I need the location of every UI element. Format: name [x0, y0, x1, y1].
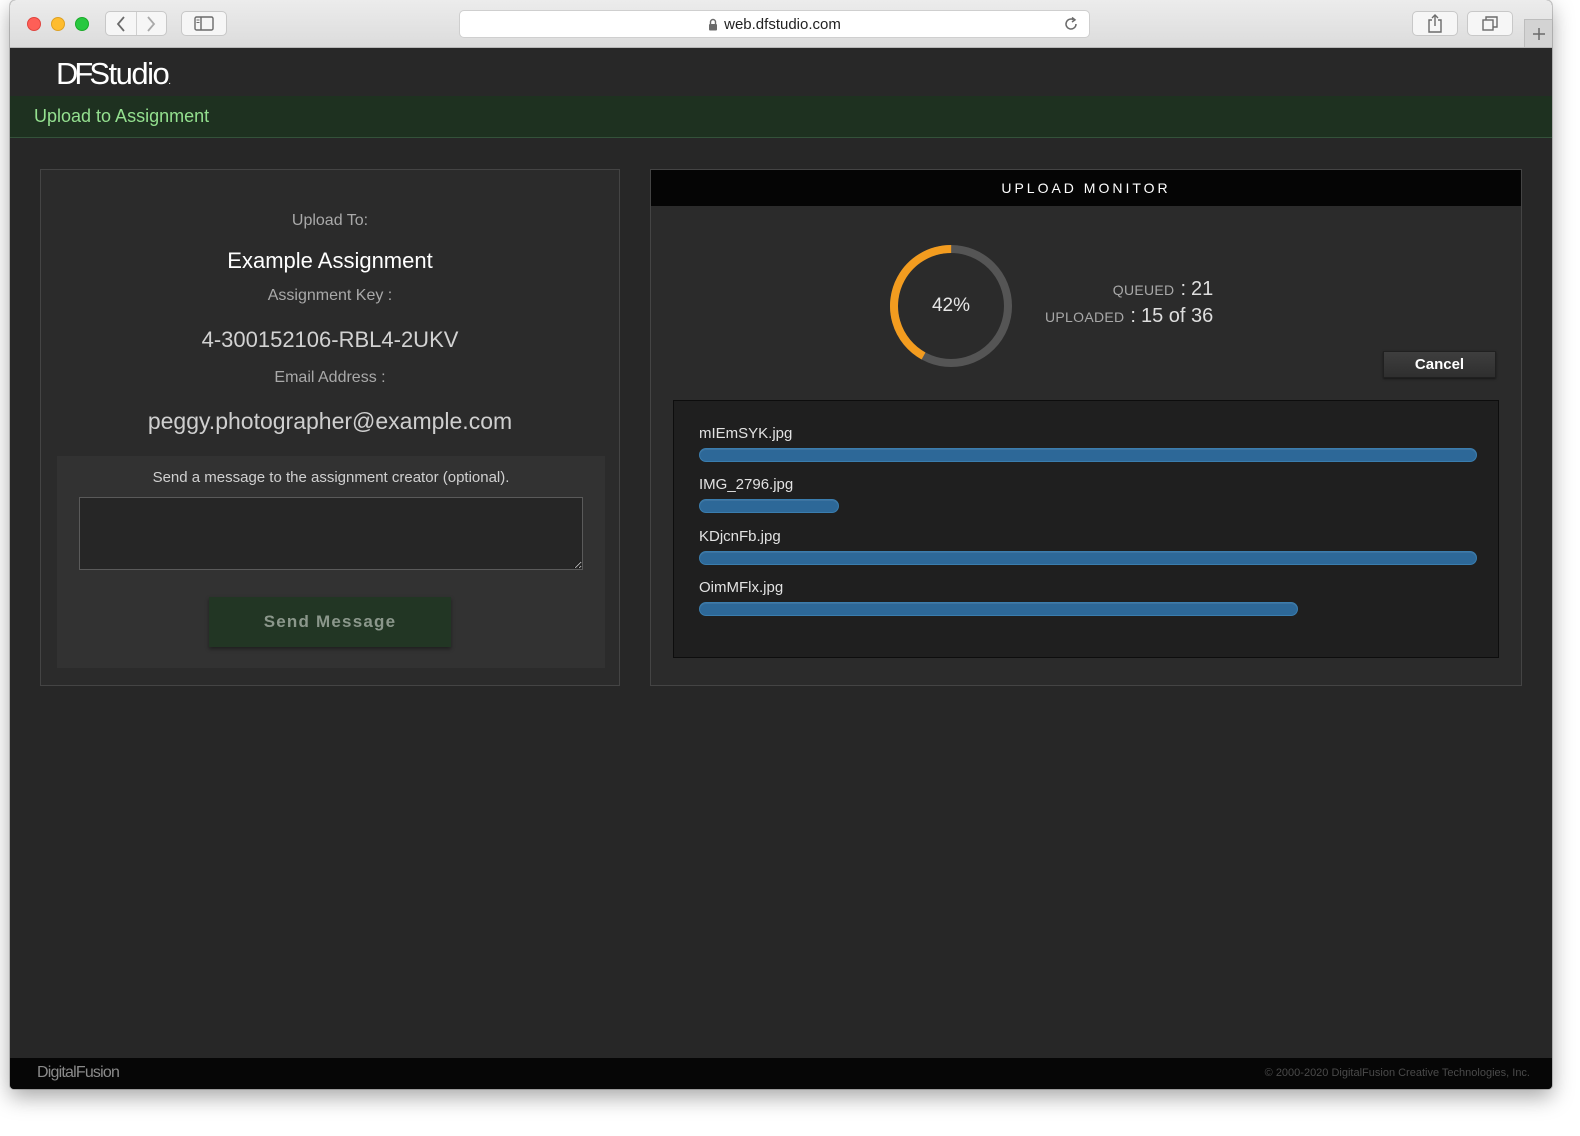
file-name: OimMFlx.jpg: [699, 579, 784, 596]
share-icon: [1428, 14, 1442, 33]
file-name: KDjcnFb.jpg: [699, 528, 781, 545]
queued-value: 21: [1191, 278, 1214, 300]
queued-label: QUEUED: [1112, 282, 1175, 298]
minimize-window-button[interactable]: [51, 17, 65, 31]
file-progress-track: [699, 499, 1477, 515]
assignment-key-label: Assignment Key :: [267, 287, 393, 304]
lock-icon: [708, 18, 718, 31]
tabs-icon: [1482, 15, 1498, 31]
assignment-name: Example Assignment: [227, 248, 433, 273]
page-footer: DigitalFusion © 2000-2020 DigitalFusion …: [10, 1058, 1552, 1089]
file-item: OimMFlx.jpg: [699, 579, 1477, 623]
history-nav: [105, 11, 167, 36]
email-address: peggy.photographer@example.com: [147, 408, 513, 434]
chevron-left-icon: [116, 15, 125, 32]
chevron-right-icon: [147, 15, 156, 32]
uploaded-value: 15 of 36: [1140, 305, 1214, 327]
forward-button[interactable]: [135, 12, 167, 35]
upload-file-list[interactable]: mIEmSYK.jpg IMG_2796.jpg KDjcnFb.jpg Oim…: [673, 400, 1499, 658]
queued-row: QUEUED : 21: [1112, 278, 1214, 300]
file-progress-track: [699, 551, 1477, 567]
app-header: DFStudio.: [10, 48, 1552, 96]
file-progress-track: [699, 602, 1477, 618]
file-item: mIEmSYK.jpg: [699, 425, 1477, 469]
upload-monitor-title: UPLOAD MONITOR: [651, 170, 1521, 206]
browser-window: web.dfstudio.com DFStudio. Upload to Ass…: [10, 0, 1552, 1089]
copyright-text: © 2000-2020 DigitalFusion Creative Techn…: [1264, 1067, 1530, 1079]
message-textarea[interactable]: [79, 497, 583, 570]
address-bar[interactable]: web.dfstudio.com: [459, 10, 1090, 38]
zoom-window-button[interactable]: [75, 17, 89, 31]
sidebar-toggle-button[interactable]: [181, 11, 227, 36]
share-button[interactable]: [1412, 11, 1458, 36]
file-name: mIEmSYK.jpg: [699, 425, 793, 442]
email-label: Email Address :: [274, 369, 386, 386]
plus-icon: [1532, 27, 1545, 40]
page-title-bar: Upload to Assignment: [10, 96, 1552, 138]
sidebar-icon: [194, 16, 214, 31]
url-text: web.dfstudio.com: [724, 15, 841, 33]
close-window-button[interactable]: [27, 17, 41, 31]
upload-monitor-panel: UPLOAD MONITOR 42% QUEUED : 21 UPLOADED …: [650, 169, 1522, 686]
message-section: Send a message to the assignment creator…: [57, 456, 605, 668]
upload-to-label: Upload To:: [291, 212, 369, 229]
dfstudio-logo[interactable]: DFStudio.: [56, 58, 171, 89]
digitalfusion-logo[interactable]: DigitalFusion: [37, 1064, 120, 1082]
file-item: KDjcnFb.jpg: [699, 528, 1477, 572]
upload-info-panel: Upload To: Example Assignment Assignment…: [40, 169, 620, 686]
cancel-upload-button[interactable]: Cancel: [1383, 351, 1496, 378]
file-progress-bar: [699, 551, 1477, 565]
back-button[interactable]: [106, 12, 136, 35]
file-progress-bar: [699, 499, 840, 513]
uploaded-row: UPLOADED : 15 of 36: [1045, 305, 1214, 327]
uploaded-label: UPLOADED: [1045, 309, 1125, 325]
send-message-button[interactable]: Send Message: [209, 597, 451, 647]
reload-icon[interactable]: [1063, 16, 1079, 36]
new-tab-button[interactable]: [1524, 19, 1552, 47]
page-title: Upload to Assignment: [34, 106, 210, 126]
message-prompt: Send a message to the assignment creator…: [152, 469, 510, 486]
file-item: IMG_2796.jpg: [699, 476, 1477, 520]
file-name: IMG_2796.jpg: [699, 476, 794, 493]
assignment-key: 4-300152106-RBL4-2UKV: [201, 327, 459, 352]
file-progress-bar: [699, 602, 1299, 616]
browser-toolbar: web.dfstudio.com: [10, 0, 1552, 48]
upload-stats: QUEUED : 21 UPLOADED : 15 of 36: [1045, 278, 1213, 332]
file-progress-track: [699, 448, 1477, 464]
tabs-overview-button[interactable]: [1467, 11, 1513, 36]
progress-percent: 42%: [931, 295, 971, 316]
file-progress-bar: [699, 448, 1477, 462]
